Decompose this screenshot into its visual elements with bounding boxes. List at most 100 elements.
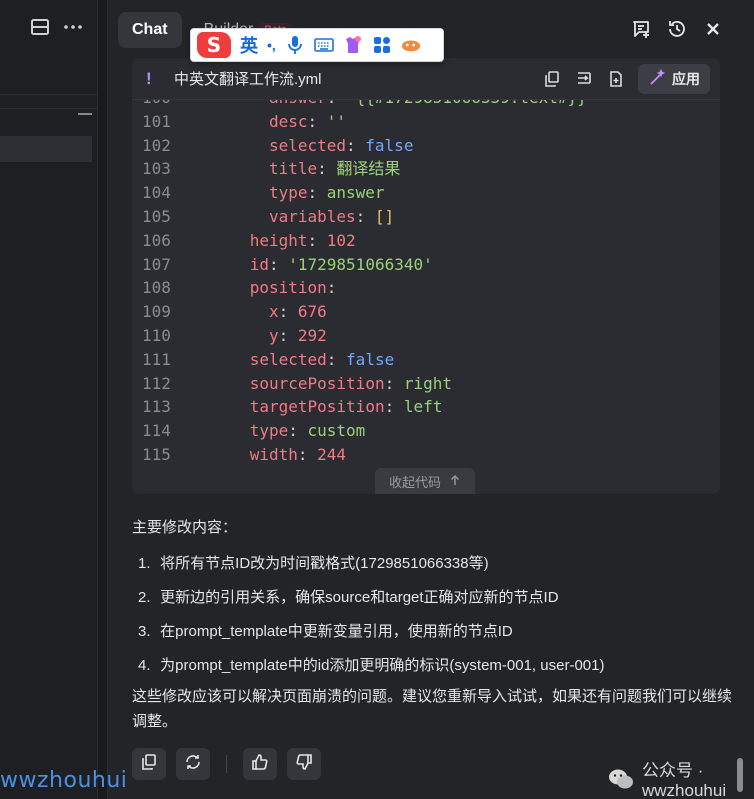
- code-text: desc: '': [268, 111, 347, 131]
- insert-icon[interactable]: [574, 69, 594, 89]
- code-text: selected: false: [268, 135, 414, 155]
- code-line: 112 sourcePosition: right: [132, 372, 720, 396]
- code-line: 106 height: 102: [132, 229, 720, 253]
- list-item: 2. 更新边的引用关系，确保source和target正确对应新的节点ID: [138, 589, 559, 606]
- line-number: 111: [142, 349, 171, 369]
- thumbs-down-button[interactable]: [287, 748, 321, 780]
- left-pane-header: [0, 0, 98, 56]
- arrow-up-icon: [449, 474, 461, 489]
- code-line: 105 variables: []: [132, 205, 720, 229]
- left-pane: [0, 0, 98, 799]
- line-number: 113: [142, 397, 171, 417]
- line-number: 115: [142, 445, 171, 464]
- selected-list-item[interactable]: [0, 136, 92, 162]
- code-text: type: answer: [268, 183, 385, 203]
- line-number: 106: [142, 230, 171, 250]
- list-item: 3. 在prompt_template中更新变量引用，使用新的节点ID: [138, 623, 513, 640]
- code-block: ! 中英文翻译工作流.yml 应用 101 desc: '' 102 selec…: [132, 58, 720, 494]
- more-horizontal-icon[interactable]: [62, 16, 84, 38]
- line-number: 102: [142, 135, 171, 155]
- line-number: 108: [142, 278, 171, 298]
- sidebar-toggle-icon[interactable]: [29, 16, 51, 38]
- code-line: 109 x: 676: [132, 300, 720, 324]
- code-line: 101 desc: '': [132, 110, 720, 134]
- history-icon[interactable]: [666, 18, 688, 40]
- ime-mode-toggle[interactable]: 英: [240, 32, 258, 58]
- keyboard-icon[interactable]: [313, 35, 334, 55]
- code-text: selected: false: [249, 349, 395, 369]
- chat-panel: Chat BuilderBeta ! 中英文翻译工作流.yml: [107, 0, 754, 799]
- code-line: 111 selected: false: [132, 348, 720, 372]
- message-heading: 主要修改内容：: [132, 519, 238, 536]
- author-watermark: wwzhouhui: [0, 768, 128, 793]
- code-actions: 应用: [542, 64, 710, 94]
- code-text: id: '1729851066340': [249, 254, 433, 274]
- tab-chat[interactable]: Chat: [118, 12, 182, 48]
- line-number: 105: [142, 207, 171, 226]
- code-text: variables: []: [268, 207, 395, 226]
- toolbox-icon[interactable]: [401, 35, 421, 55]
- regenerate-button[interactable]: [176, 748, 210, 780]
- new-file-icon[interactable]: [606, 69, 626, 89]
- scrollbar[interactable]: [737, 758, 743, 792]
- code-text: y: 292: [268, 326, 327, 345]
- list-item: 4. 为prompt_template中的id添加更明确的标识(system-0…: [138, 657, 605, 674]
- code-text: x: 676: [268, 302, 327, 322]
- skin-icon[interactable]: [343, 35, 363, 55]
- ime-toolbar: S 英 •,: [190, 28, 444, 62]
- regenerate-icon: [184, 753, 202, 776]
- copy-icon: [140, 753, 158, 776]
- code-content: 100answer: '{{#1729851066339.text#}}'101…: [132, 88, 720, 494]
- code-block-header: ! 中英文翻译工作流.yml 应用: [132, 58, 720, 100]
- wechat-watermark: 公众号 · wwzhouhui: [608, 756, 754, 799]
- code-line: 103 title: 翻译结果: [132, 157, 720, 181]
- code-line: 108 position:: [132, 276, 720, 300]
- code-line: 115 width: 244: [132, 443, 720, 467]
- code-line: 104 type: answer: [132, 181, 720, 205]
- divider: [226, 755, 227, 773]
- close-icon[interactable]: [702, 18, 724, 40]
- collapse-code-button[interactable]: 收起代码: [375, 468, 475, 494]
- code-line: 102 selected: false: [132, 134, 720, 158]
- file-name: 中英文翻译工作流.yml: [174, 71, 322, 88]
- code-text: targetPosition: left: [249, 397, 443, 417]
- microphone-icon[interactable]: [285, 35, 305, 55]
- line-number: 110: [142, 326, 171, 345]
- code-text: position:: [249, 278, 337, 298]
- line-number: 101: [142, 111, 171, 131]
- code-line: 113 targetPosition: left: [132, 395, 720, 419]
- code-line: 114 type: custom: [132, 419, 720, 443]
- code-text: width: 244: [249, 445, 347, 464]
- apply-label: 应用: [672, 71, 700, 87]
- divider: [0, 94, 98, 95]
- code-line: 110 y: 292: [132, 324, 720, 348]
- apply-button[interactable]: 应用: [638, 64, 710, 94]
- new-chat-icon[interactable]: [630, 18, 652, 40]
- code-text: title: 翻译结果: [268, 159, 401, 179]
- resize-handle[interactable]: [78, 113, 92, 115]
- changes-list: 1. 将所有节点ID改为时间戳格式(1729851066338等) 2. 更新边…: [138, 552, 718, 688]
- ime-punctuation-toggle[interactable]: •,: [267, 37, 276, 53]
- message-closing: 这些修改应该可以解决页面崩溃的问题。建议您重新导入试试，如果还有问题我们可以继续…: [132, 688, 733, 730]
- line-number: 103: [142, 159, 171, 179]
- list-item: 1. 将所有节点ID改为时间戳格式(1729851066338等): [138, 555, 489, 572]
- line-number: 114: [142, 421, 171, 441]
- code-text: height: 102: [249, 230, 356, 250]
- line-number: 107: [142, 254, 171, 274]
- collapse-label: 收起代码: [388, 474, 441, 490]
- yaml-file-icon: !: [146, 68, 152, 88]
- line-number: 109: [142, 302, 171, 322]
- header-actions: [630, 18, 724, 40]
- copy-icon[interactable]: [542, 69, 562, 89]
- divider: [0, 108, 98, 109]
- line-number: 112: [142, 373, 171, 393]
- wechat-icon: [608, 768, 634, 790]
- sogou-logo[interactable]: S: [197, 32, 231, 58]
- message-actions: [132, 748, 321, 780]
- thumbs-up-button[interactable]: [243, 748, 277, 780]
- line-number: 104: [142, 183, 171, 203]
- code-line: 107 id: '1729851066340': [132, 253, 720, 277]
- copy-message-button[interactable]: [132, 748, 166, 780]
- grid-apps-icon[interactable]: [372, 35, 392, 55]
- tab-label: Chat: [132, 21, 168, 38]
